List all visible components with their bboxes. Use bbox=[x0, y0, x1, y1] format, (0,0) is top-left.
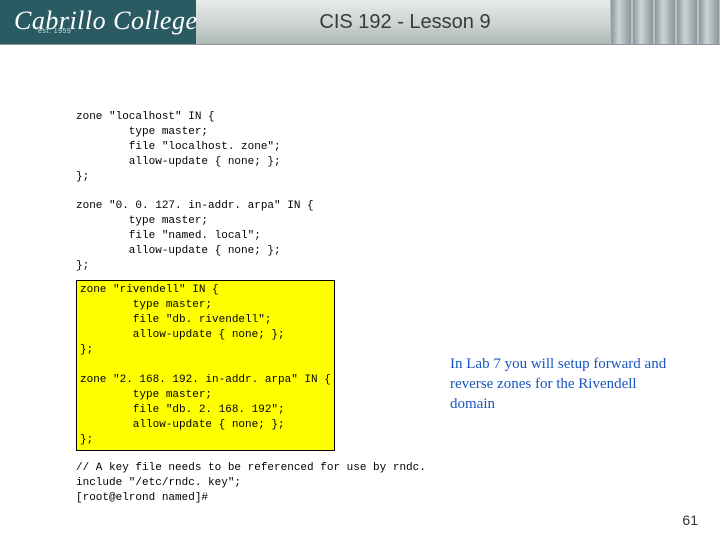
code-block-highlight: zone "rivendell" IN { type master; file … bbox=[80, 283, 331, 448]
header-photo bbox=[610, 0, 720, 44]
highlighted-code-block: zone "rivendell" IN { type master; file … bbox=[76, 280, 335, 451]
logo-subtext: est. 1959 bbox=[38, 28, 71, 35]
page-number: 61 bbox=[682, 512, 698, 528]
slide-content: zone "localhost" IN { type master; file … bbox=[76, 110, 656, 506]
slide-title: CIS 192 - Lesson 9 bbox=[210, 0, 600, 44]
annotation-note: In Lab 7 you will setup forward and reve… bbox=[450, 354, 680, 414]
code-block-1: zone "localhost" IN { type master; file … bbox=[76, 110, 656, 185]
slide-header: Cabrillo College est. 1959 CIS 192 - Les… bbox=[0, 0, 720, 45]
code-block-2: zone "0. 0. 127. in-addr. arpa" IN { typ… bbox=[76, 199, 656, 274]
code-block-3: // A key file needs to be referenced for… bbox=[76, 461, 656, 506]
